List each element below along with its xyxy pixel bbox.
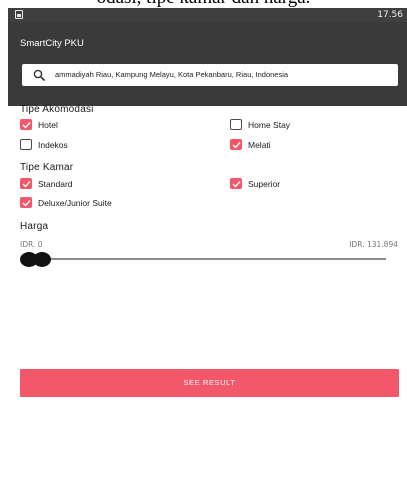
- checkbox-checked-icon[interactable]: [20, 197, 32, 208]
- status-time: 17.56: [377, 10, 403, 20]
- checkbox-standard[interactable]: Standard: [20, 178, 73, 189]
- checkbox-label: Superior: [248, 178, 281, 189]
- checkbox-label: Indekos: [38, 139, 68, 150]
- checkbox-label: Deluxe/Junior Suite: [38, 197, 112, 208]
- caption-text: odasi, tipe kamar dan harga.: [0, 0, 407, 8]
- price-slider-track[interactable]: [20, 258, 386, 260]
- checkbox-label: Standard: [38, 178, 73, 189]
- checkbox-deluxe-junior-suite[interactable]: Deluxe/Junior Suite: [20, 197, 112, 208]
- search-input[interactable]: ammadiyah Riau, Kampung Melayu, Kota Pek…: [55, 64, 396, 86]
- search-icon[interactable]: [33, 69, 45, 81]
- search-box[interactable]: ammadiyah Riau, Kampung Melayu, Kota Pek…: [22, 64, 398, 86]
- app-bar: SmartCity PKU ammadiyah Riau, Kampung Me…: [8, 22, 407, 106]
- checkbox-unchecked-icon[interactable]: [20, 139, 32, 150]
- checkbox-label: Hotel: [38, 119, 58, 130]
- price-max-label: IDR. 131.894: [349, 240, 398, 249]
- checkbox-label: Melati: [248, 139, 271, 150]
- app-title: SmartCity PKU: [20, 38, 84, 49]
- room-type-label: Tipe Kamar: [20, 162, 74, 173]
- price-slider-thumb[interactable]: [20, 252, 54, 267]
- search-input-text: ammadiyah Riau, Kampung Melayu, Kota Pek…: [55, 70, 289, 79]
- price-min-label: IDR. 0: [20, 240, 43, 249]
- see-result-button[interactable]: SEE RESULT: [20, 369, 399, 397]
- checkbox-checked-icon[interactable]: [20, 119, 32, 130]
- android-notification-icon: [15, 10, 23, 19]
- checkbox-checked-icon[interactable]: [20, 178, 32, 189]
- page-caption-fragment: odasi, tipe kamar dan harga.: [0, 0, 407, 8]
- app-screen: 17.56 SmartCity PKU ammadiyah Riau, Kamp…: [8, 8, 407, 501]
- checkbox-checked-icon[interactable]: [230, 139, 242, 150]
- checkbox-checked-icon[interactable]: [230, 178, 242, 189]
- price-label: Harga: [20, 221, 49, 232]
- checkbox-hotel[interactable]: Hotel: [20, 119, 58, 130]
- checkbox-unchecked-icon[interactable]: [230, 119, 242, 130]
- checkbox-superior[interactable]: Superior: [230, 178, 280, 189]
- checkbox-label: Home Stay: [248, 119, 291, 130]
- checkbox-home-stay[interactable]: Home Stay: [230, 119, 290, 130]
- accommodation-type-label: Tipe Akomodasi: [20, 104, 94, 115]
- checkbox-indekos[interactable]: Indekos: [20, 139, 68, 150]
- status-bar: 17.56: [8, 8, 407, 22]
- checkbox-melati[interactable]: Melati: [230, 139, 271, 150]
